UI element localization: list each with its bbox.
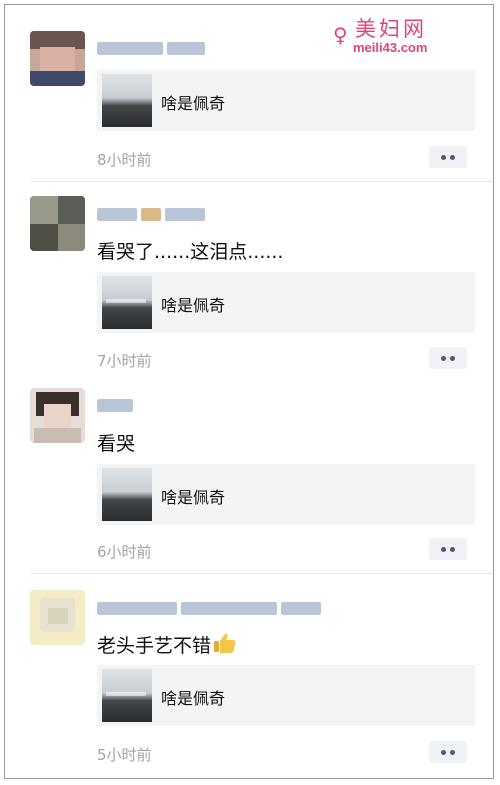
timestamp: 8小时前 <box>97 151 152 169</box>
card-title: 啥是佩奇 <box>161 94 226 113</box>
avatar[interactable] <box>30 590 85 645</box>
username-blurred[interactable] <box>97 207 205 221</box>
more-options-button[interactable] <box>429 146 467 168</box>
more-options-button[interactable] <box>429 538 467 560</box>
shared-video-card[interactable]: 啥是佩奇 <box>97 665 475 726</box>
dot-icon <box>441 749 446 755</box>
comment-text: 老头手艺不错 <box>97 631 237 658</box>
avatar[interactable] <box>30 196 85 251</box>
shared-video-card[interactable]: 啥是佩奇 <box>97 70 475 131</box>
watermark: ♀ 美妇网 meili43.com <box>333 11 483 59</box>
username-blurred[interactable] <box>97 398 133 412</box>
shared-video-card[interactable]: 啥是佩奇 <box>97 464 475 525</box>
woman-silhouette-icon: ♀ <box>333 23 348 47</box>
timestamp: 6小时前 <box>97 543 152 561</box>
watermark-url: meili43.com <box>353 40 428 55</box>
card-title: 啥是佩奇 <box>161 296 226 315</box>
divider <box>31 181 493 182</box>
dot-icon <box>450 749 455 755</box>
dot-icon <box>441 546 446 552</box>
shared-video-card[interactable]: 啥是佩奇 <box>97 272 475 333</box>
video-thumbnail <box>102 468 152 521</box>
video-thumbnail <box>102 669 152 722</box>
timestamp: 5小时前 <box>97 746 152 764</box>
thumbs-up-icon <box>213 632 237 653</box>
dot-icon <box>450 154 455 160</box>
comment-text: 看哭 <box>97 433 136 455</box>
comment-text-content: 老头手艺不错 <box>97 635 212 657</box>
username-blurred[interactable] <box>97 41 205 55</box>
more-options-button[interactable] <box>429 347 467 369</box>
dot-icon <box>441 154 446 160</box>
comment-feed: ♀ 美妇网 meili43.com 啥是佩奇 8小时前 看哭了......这泪点… <box>4 4 494 779</box>
avatar[interactable] <box>30 31 85 86</box>
dot-icon <box>450 355 455 361</box>
dot-icon <box>450 546 455 552</box>
dot-icon <box>441 355 446 361</box>
more-options-button[interactable] <box>429 741 467 763</box>
avatar[interactable] <box>30 388 85 443</box>
username-blurred[interactable] <box>97 601 321 615</box>
divider <box>31 573 493 574</box>
timestamp: 7小时前 <box>97 352 152 370</box>
card-title: 啥是佩奇 <box>161 689 226 708</box>
video-thumbnail <box>102 74 152 127</box>
card-title: 啥是佩奇 <box>161 488 226 507</box>
comment-text: 看哭了......这泪点...... <box>97 241 284 263</box>
watermark-title: 美妇网 <box>355 17 427 41</box>
video-thumbnail <box>102 276 152 329</box>
